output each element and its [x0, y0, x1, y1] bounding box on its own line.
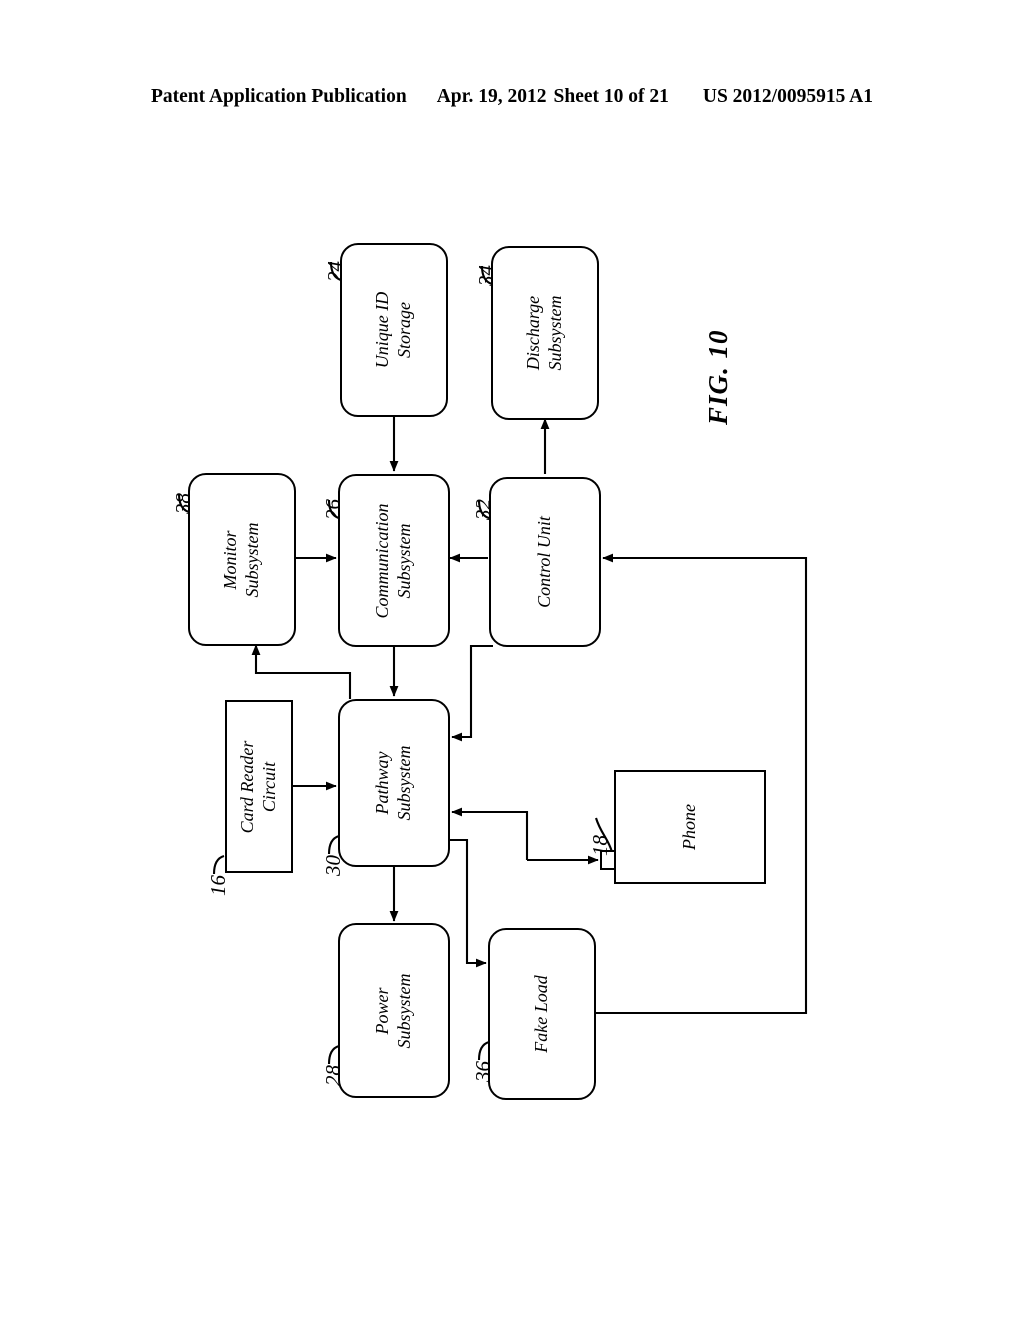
block-communication-subsystem[interactable]: Communication Subsystem — [338, 474, 450, 647]
patent-figure: Unique ID Storage Discharge Subsystem Moni… — [0, 0, 1024, 1320]
block-label: Monitor Subsystem — [220, 522, 262, 597]
ref-16: 16 — [206, 875, 230, 896]
block-label: Card Reader Circuit — [237, 740, 279, 833]
block-power-subsystem[interactable]: Power Subsystem — [338, 923, 450, 1098]
block-label: Power Subsystem — [372, 973, 414, 1048]
ref-26: 26 — [321, 499, 345, 520]
ref-34: 34 — [474, 265, 498, 286]
ref-38: 38 — [171, 493, 195, 514]
block-card-reader-circuit[interactable]: Card Reader Circuit — [225, 700, 293, 873]
block-unique-id-storage[interactable]: Unique ID Storage — [340, 243, 448, 417]
block-control-unit[interactable]: Control Unit — [489, 477, 601, 647]
ref-32: 32 — [471, 499, 495, 520]
ref-36: 36 — [471, 1061, 495, 1082]
block-label: Control Unit — [534, 516, 555, 608]
block-label: Communication Subsystem — [372, 503, 414, 618]
block-phone[interactable]: Phone — [614, 770, 766, 884]
ref-30: 30 — [321, 855, 345, 876]
ref-24: 24 — [323, 261, 347, 282]
block-discharge-subsystem[interactable]: Discharge Subsystem — [491, 246, 599, 420]
block-label: Pathway Subsystem — [372, 745, 414, 821]
ref-18: 18 — [588, 835, 612, 856]
ref-28: 28 — [321, 1065, 345, 1086]
block-monitor-subsystem[interactable]: Monitor Subsystem — [188, 473, 296, 646]
block-fake-load[interactable]: Fake Load — [488, 928, 596, 1100]
block-label: Unique ID Storage — [372, 291, 414, 369]
figure-label: FIG. 10 — [703, 329, 733, 425]
connector-lines — [177, 261, 808, 1065]
block-label: Discharge Subsystem — [523, 295, 565, 371]
block-label: Phone — [679, 804, 700, 850]
block-pathway-subsystem[interactable]: Pathway Subsystem — [338, 699, 450, 867]
block-label: Fake Load — [531, 975, 552, 1053]
